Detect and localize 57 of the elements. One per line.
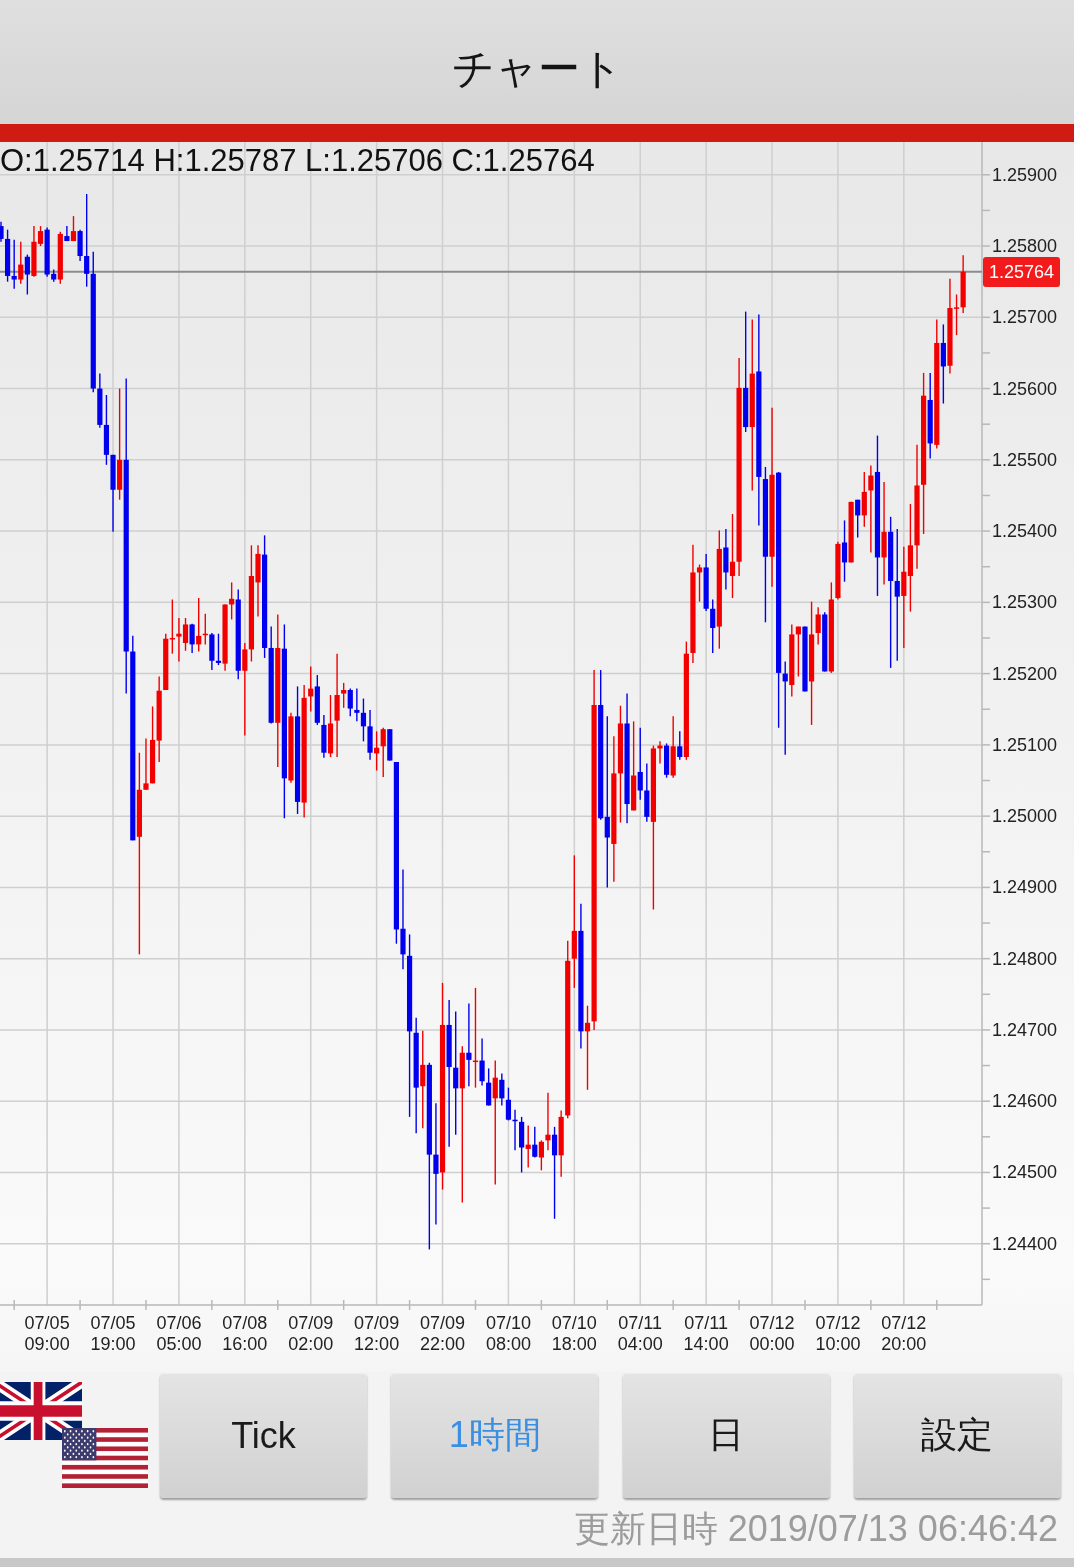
price-label: 1.24800 <box>992 948 1058 969</box>
price-label: 1.25100 <box>992 734 1058 755</box>
time-label: 07/06 05:00 <box>156 1313 202 1355</box>
update-timestamp: 更新日時 2019/07/13 06:46:42 <box>573 1508 1058 1550</box>
british-flag-icon[interactable] <box>0 1382 82 1440</box>
time-label: 07/08 16:00 <box>222 1313 268 1355</box>
time-label: 07/10 08:00 <box>485 1313 531 1355</box>
time-label: 07/09 22:00 <box>420 1313 466 1355</box>
price-label: 1.25200 <box>992 663 1058 684</box>
time-label: 07/10 18:00 <box>551 1313 597 1355</box>
daily-chart-button[interactable]: 日 <box>622 1373 830 1498</box>
time-label: 07/09 02:00 <box>288 1313 334 1355</box>
price-label: 1.25700 <box>992 307 1058 328</box>
price-label: 1.24600 <box>992 1091 1058 1112</box>
time-label: 07/11 14:00 <box>683 1313 729 1355</box>
falling-candle <box>841 519 848 583</box>
falling-candle <box>855 499 861 539</box>
time-label: 07/12 20:00 <box>881 1313 927 1355</box>
last-price-label: 1.25764 <box>983 256 1061 287</box>
settings-button[interactable]: 設定 <box>853 1373 1061 1498</box>
time-label: 07/11 04:00 <box>617 1313 663 1355</box>
time-label: 07/12 10:00 <box>815 1313 861 1355</box>
falling-candle <box>532 1126 538 1159</box>
time-label: 07/05 19:00 <box>90 1313 136 1355</box>
american-flag-icon[interactable] <box>62 1428 148 1488</box>
falling-candle <box>64 225 70 242</box>
falling-candle <box>189 623 195 654</box>
price-label: 1.25500 <box>992 449 1058 470</box>
falling-candle <box>664 742 670 779</box>
rising-candle <box>70 215 77 242</box>
time-label: 07/12 00:00 <box>749 1313 795 1355</box>
ohlc-readout: O:1.25714 H:1.25787 L:1.25706 C:1.25764 <box>0 143 595 179</box>
price-label: 1.25600 <box>992 378 1058 399</box>
screen-title: チャート <box>451 44 623 94</box>
price-label: 1.25400 <box>992 521 1058 542</box>
falling-candle <box>24 253 30 296</box>
price-label: 1.25300 <box>992 592 1058 613</box>
price-label: 1.25900 <box>992 164 1058 185</box>
falling-candle <box>802 625 808 693</box>
tick-chart-button[interactable]: Tick <box>160 1373 367 1498</box>
falling-candle <box>677 730 683 761</box>
rising-candle <box>57 231 63 285</box>
price-label: 1.24900 <box>992 877 1058 898</box>
time-label: 07/09 12:00 <box>354 1313 400 1355</box>
rising-candle <box>288 712 294 784</box>
falling-candle <box>822 611 828 673</box>
rising-candle <box>525 1124 531 1169</box>
price-label: 1.24500 <box>992 1162 1058 1183</box>
rising-candle <box>848 501 854 564</box>
time-label: 07/05 09:00 <box>24 1313 70 1355</box>
rising-candle <box>18 241 24 285</box>
rising-candle <box>670 715 676 779</box>
price-label: 1.24400 <box>992 1233 1058 1254</box>
falling-candle <box>723 528 729 591</box>
price-label: 1.25000 <box>992 806 1058 827</box>
price-label: 1.24700 <box>992 1019 1058 1040</box>
price-label: 1.25800 <box>992 236 1058 257</box>
